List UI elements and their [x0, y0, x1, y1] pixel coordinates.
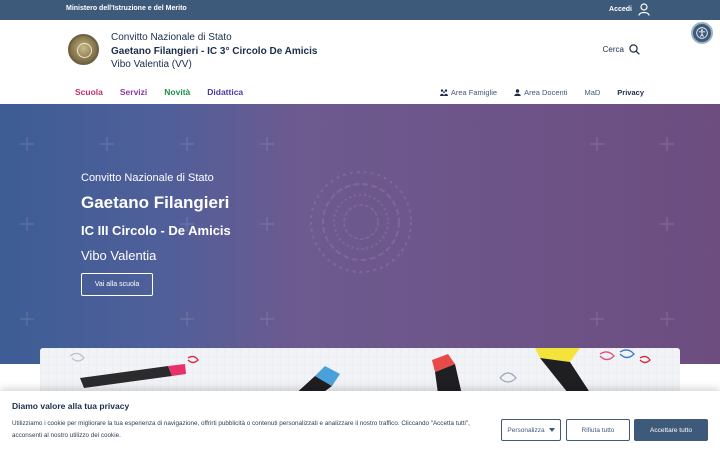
- hero-city: Vibo Valentia: [81, 248, 157, 263]
- site-header: Convitto Nazionale di Stato Gaetano Fila…: [0, 20, 720, 82]
- cookie-accept-button[interactable]: Accettare tutto: [634, 419, 708, 441]
- school-name[interactable]: Convitto Nazionale di Stato Gaetano Fila…: [111, 31, 317, 72]
- search-button[interactable]: Cerca: [603, 44, 640, 55]
- cookie-personalize-button[interactable]: Personalizza: [501, 419, 561, 441]
- go-to-school-button[interactable]: Vai alla scuola: [81, 273, 153, 296]
- school-name-line2: Gaetano Filangieri - IC 3° Circolo De Am…: [111, 45, 318, 57]
- ministry-link[interactable]: Ministero dell'Istruzione e del Merito: [66, 5, 187, 12]
- hero-subtitle: IC III Circolo - De Amicis: [81, 223, 231, 238]
- school-name-line3: Vibo Valentia (VV): [111, 59, 192, 70]
- hero-banner: Convitto Nazionale di Stato Gaetano Fila…: [0, 104, 720, 364]
- teacher-icon: [514, 89, 521, 96]
- login-label: Accedi: [609, 6, 632, 13]
- nav-link-area-docenti-label: Area Docenti: [524, 88, 568, 97]
- nav-link-area-famiglie[interactable]: Area Famiglie: [439, 88, 498, 97]
- nav-link-area-docenti[interactable]: Area Docenti: [514, 88, 567, 97]
- cookie-reject-button[interactable]: Rifiuta tutto: [566, 419, 630, 441]
- user-icon: [638, 3, 650, 16]
- cookie-personalize-label: Personalizza: [507, 426, 545, 434]
- school-logo[interactable]: [68, 34, 99, 65]
- accessibility-button[interactable]: [691, 22, 713, 44]
- cookie-banner: Diamo valore alla tua privacy Utilizziam…: [0, 391, 720, 450]
- login-button[interactable]: Accedi: [609, 3, 650, 16]
- family-icon: [439, 89, 448, 96]
- cookie-title: Diamo valore alla tua privacy: [12, 401, 130, 411]
- nav-item-novita[interactable]: Novità: [164, 87, 190, 97]
- accessibility-icon: [696, 27, 708, 39]
- search-icon: [629, 44, 640, 55]
- nav-link-mad[interactable]: MaD: [584, 88, 600, 97]
- main-nav: Scuola Servizi Novità Didattica Area Fam…: [0, 82, 720, 104]
- nav-item-scuola[interactable]: Scuola: [75, 87, 103, 97]
- top-bar: Ministero dell'Istruzione e del Merito A…: [0, 0, 720, 20]
- nav-link-area-famiglie-label: Area Famiglie: [450, 88, 498, 97]
- nav-item-didattica[interactable]: Didattica: [207, 87, 243, 97]
- nav-link-privacy[interactable]: Privacy: [617, 88, 644, 97]
- caret-down-icon: [548, 428, 555, 432]
- nav-item-servizi[interactable]: Servizi: [120, 87, 147, 97]
- school-name-line1: Convitto Nazionale di Stato: [111, 32, 232, 43]
- hero-title: Gaetano Filangieri: [81, 193, 230, 212]
- search-label: Cerca: [602, 45, 624, 54]
- cookie-message: Utilizziamo i cookie per migliorare la t…: [12, 420, 470, 439]
- hero-line1: Convitto Nazionale di Stato: [81, 172, 214, 184]
